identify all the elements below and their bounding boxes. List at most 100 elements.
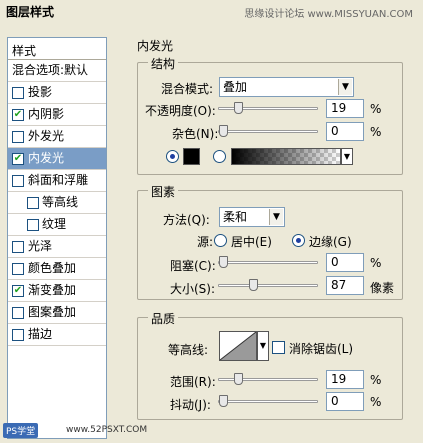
range-unit: %: [370, 373, 382, 387]
opacity-input[interactable]: 19: [326, 99, 364, 118]
choke-slider[interactable]: [218, 256, 318, 268]
quality-legend: 品质: [148, 310, 179, 327]
opacity-slider[interactable]: [218, 102, 318, 114]
choke-label: 阻塞(C):: [170, 259, 216, 273]
checkbox-empty-icon[interactable]: [27, 197, 39, 209]
jitter-slider-thumb[interactable]: [218, 395, 228, 407]
checkmark-icon[interactable]: ✔: [12, 153, 24, 165]
style-list-item-label: 等高线: [42, 195, 79, 209]
style-list-item[interactable]: 图案叠加: [8, 302, 106, 324]
choke-slider-thumb[interactable]: [218, 256, 228, 268]
source-label: 源:: [197, 235, 214, 249]
jitter-label: 抖动(J):: [170, 398, 211, 412]
method-select[interactable]: 柔和 ▼: [219, 207, 285, 227]
solid-color-radio[interactable]: [166, 150, 179, 163]
contour-dropdown-icon[interactable]: ▼: [257, 331, 269, 361]
choke-unit: %: [370, 256, 382, 270]
style-list-item-label: 混合选项:默认: [12, 63, 89, 77]
style-list-item-label: 外发光: [28, 129, 65, 143]
window-title: 图层样式: [6, 5, 55, 19]
noise-unit: %: [370, 125, 382, 139]
style-list-item[interactable]: ✔ 内阴影: [8, 104, 106, 126]
style-list-item[interactable]: 纹理: [8, 214, 106, 236]
jitter-input[interactable]: 0: [326, 392, 364, 411]
range-label: 范围(R):: [170, 375, 216, 389]
style-list-item-label: 纹理: [42, 217, 67, 231]
size-input[interactable]: 87: [326, 276, 364, 295]
source-center-radio[interactable]: [214, 234, 227, 247]
style-list-header: 样式: [8, 38, 106, 60]
style-list-item-label: 斜面和浮雕: [28, 173, 89, 187]
checkmark-icon[interactable]: ✔: [12, 285, 24, 297]
blend-mode-label: 混合模式:: [161, 82, 214, 96]
jitter-slider[interactable]: [218, 395, 318, 407]
antialias-checkbox[interactable]: [272, 341, 285, 354]
noise-slider[interactable]: [218, 125, 318, 137]
gradient-radio[interactable]: [213, 150, 226, 163]
style-list-item[interactable]: 投影: [8, 82, 106, 104]
size-label: 大小(S):: [170, 282, 216, 296]
style-list-items: 混合选项:默认投影 ✔ 内阴影外发光 ✔ 内发光斜面和浮雕等高线纹理光泽颜色叠加 ✔ 渐变叠…: [8, 60, 106, 346]
contour-preview[interactable]: [219, 331, 257, 361]
structure-legend: 结构: [148, 55, 179, 72]
glow-gradient-swatch[interactable]: [231, 148, 341, 165]
glow-color-swatch[interactable]: [183, 148, 200, 165]
chevron-down-icon: ▼: [338, 79, 352, 95]
title-bar: 图层样式 思缘设计论坛 www.MISSYUAN.COM: [0, 0, 423, 22]
checkbox-empty-icon[interactable]: [12, 131, 24, 143]
contour-curve-icon: [220, 332, 256, 360]
opacity-slider-thumb[interactable]: [233, 102, 243, 114]
style-list-item-label: 内发光: [28, 151, 65, 165]
opacity-unit: %: [370, 102, 382, 116]
style-list-item-label: 描边: [28, 327, 53, 341]
choke-input[interactable]: 0: [326, 253, 364, 272]
style-list-item[interactable]: 光泽: [8, 236, 106, 258]
noise-label: 杂色(N):: [172, 127, 219, 141]
opacity-label: 不透明度(O):: [145, 104, 216, 118]
style-list: 样式 混合选项:默认投影 ✔ 内阴影外发光 ✔ 内发光斜面和浮雕等高线纹理光泽颜色叠加 ✔…: [7, 37, 107, 439]
style-list-item[interactable]: 混合选项:默认: [8, 60, 106, 82]
footer-url: www.52PSXT.COM: [66, 425, 148, 435]
source-edge-radio[interactable]: [292, 234, 305, 247]
style-list-item[interactable]: 斜面和浮雕: [8, 170, 106, 192]
checkbox-empty-icon[interactable]: [12, 87, 24, 99]
gradient-dropdown-icon[interactable]: ▼: [341, 148, 353, 165]
style-list-item-label: 光泽: [28, 239, 53, 253]
noise-slider-thumb[interactable]: [218, 125, 228, 137]
style-list-item-label: 投影: [28, 85, 53, 99]
method-value: 柔和: [223, 210, 248, 224]
style-list-item[interactable]: ✔ 内发光: [8, 148, 106, 170]
style-list-item-label: 图案叠加: [28, 305, 77, 319]
size-slider-thumb[interactable]: [249, 279, 259, 291]
style-list-item-label: 内阴影: [28, 107, 65, 121]
panel-title: 内发光: [137, 39, 174, 53]
checkbox-empty-icon[interactable]: [12, 175, 24, 187]
checkbox-empty-icon[interactable]: [12, 307, 24, 319]
style-list-item[interactable]: ✔ 渐变叠加: [8, 280, 106, 302]
checkbox-empty-icon[interactable]: [12, 241, 24, 253]
size-unit: 像素: [370, 281, 395, 295]
style-list-item[interactable]: 描边: [8, 324, 106, 346]
source-center-label: 居中(E): [231, 235, 272, 249]
noise-input[interactable]: 0: [326, 122, 364, 141]
style-list-item[interactable]: 颜色叠加: [8, 258, 106, 280]
watermark-text: 思缘设计论坛 www.MISSYUAN.COM: [244, 9, 413, 20]
antialias-label: 消除锯齿(L): [289, 342, 354, 356]
size-slider[interactable]: [218, 279, 318, 291]
style-list-item-label: 渐变叠加: [28, 283, 77, 297]
style-list-item[interactable]: 外发光: [8, 126, 106, 148]
elements-legend: 图素: [148, 183, 179, 200]
style-list-item-label: 颜色叠加: [28, 261, 77, 275]
style-list-item[interactable]: 等高线: [8, 192, 106, 214]
range-slider[interactable]: [218, 373, 318, 385]
range-slider-thumb[interactable]: [233, 373, 243, 385]
range-input[interactable]: 19: [326, 370, 364, 389]
blend-mode-select[interactable]: 叠加 ▼: [219, 77, 354, 97]
chevron-down-icon: ▼: [269, 209, 283, 225]
checkbox-empty-icon[interactable]: [27, 219, 39, 231]
checkmark-icon[interactable]: ✔: [12, 109, 24, 121]
checkbox-empty-icon[interactable]: [12, 263, 24, 275]
checkbox-empty-icon[interactable]: [12, 329, 24, 341]
contour-label: 等高线:: [168, 343, 209, 357]
method-label: 方法(Q):: [163, 213, 210, 227]
